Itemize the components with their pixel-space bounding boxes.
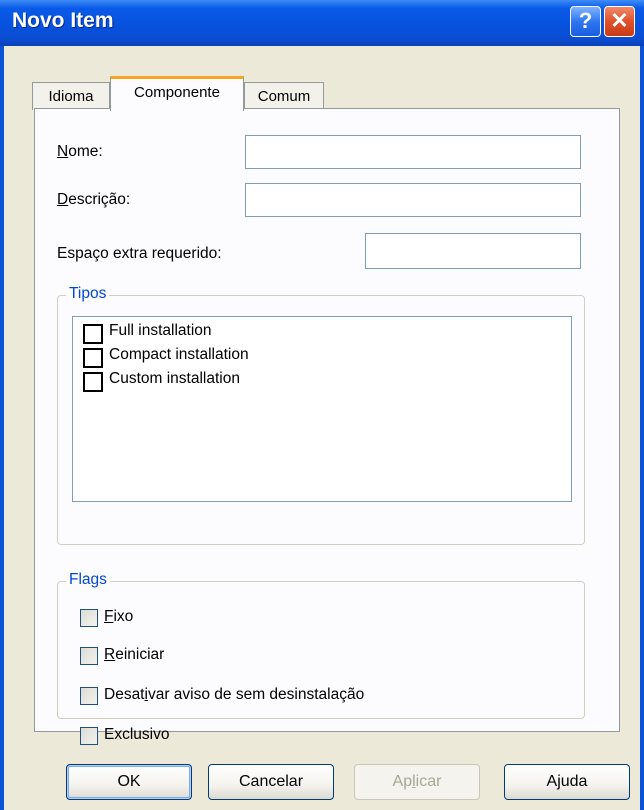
tab-comum[interactable]: Comum [244,82,324,110]
checkbox-icon[interactable] [83,372,103,392]
cancelar-button[interactable]: Cancelar [208,764,334,800]
aplicar-button[interactable]: Aplicar [354,764,480,800]
checkbox-exclusivo-label: Exclusivo [104,726,170,743]
tipos-group: Tipos Full installation Compact installa… [57,285,585,545]
checkbox-icon[interactable] [80,609,98,627]
checkbox-desativar-aviso-label: Desativar aviso de sem desinstalação [104,686,365,703]
dialog-window: Novo Item ? ✕ Idioma Componente Comum No… [0,0,644,810]
close-icon: ✕ [610,8,629,33]
close-button[interactable]: ✕ [604,6,635,37]
checkbox-icon[interactable] [80,727,98,745]
descricao-input[interactable] [245,183,581,217]
ok-button[interactable]: OK [66,764,192,800]
checkbox-icon[interactable] [83,348,103,368]
descricao-label: Descrição: [57,191,131,208]
window-title: Novo Item [12,9,114,32]
nome-input[interactable] [245,135,581,169]
espaco-extra-input[interactable] [365,233,581,269]
tab-componente[interactable]: Componente [110,76,244,111]
tipos-group-label: Tipos [66,285,110,303]
help-button[interactable]: ? [570,6,601,37]
flags-checkbox-list: Fixo Reiniciar Desativar aviso de sem de… [80,608,560,745]
tab-idioma[interactable]: Idioma [32,82,110,110]
checkbox-icon[interactable] [80,687,98,705]
flags-group-label: Flags [66,571,110,589]
flags-group: Flags Fixo Reiniciar Desativar aviso de … [57,571,585,745]
help-icon: ? [578,8,593,33]
dialog-client-area: Idioma Componente Comum Nome: Descrição:… [4,46,640,810]
ajuda-button[interactable]: Ajuda [504,764,630,800]
tipos-list[interactable]: Full installation Compact installation C… [72,316,572,502]
title-bar[interactable]: Novo Item ? ✕ [0,0,644,46]
checkbox-reiniciar-label: Reiniciar [104,646,165,663]
checkbox-fixo-label: Fixo [104,608,134,625]
tab-panel-componente: Nome: Descrição: Espaço extra requerido:… [34,108,620,745]
checkbox-icon[interactable] [83,324,103,344]
espaco-extra-label: Espaço extra requerido: [57,245,222,262]
checkbox-icon[interactable] [80,647,98,665]
nome-label: Nome: [57,143,103,160]
